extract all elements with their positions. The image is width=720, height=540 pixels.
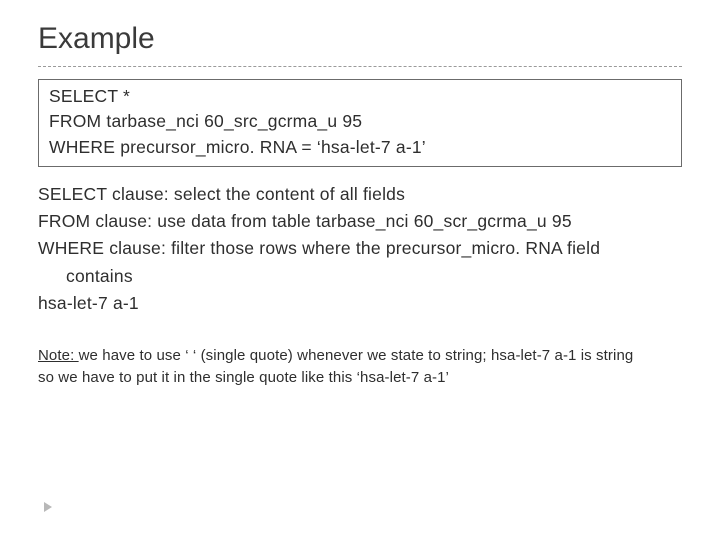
explain-from: FROM clause: use data from table tarbase… [38,208,682,235]
query-line-select: SELECT * [49,84,671,109]
slide: Example SELECT * FROM tarbase_nci 60_src… [0,0,720,540]
explain-where-lead: WHERE clause: filter those rows where th… [38,235,682,262]
query-line-from: FROM tarbase_nci 60_src_gcrma_u 95 [49,109,671,134]
page-title: Example [0,22,720,62]
note-line2: so we have to put it in the single quote… [38,369,449,386]
query-line-where: WHERE precursor_micro. RNA = ‘hsa-let-7 … [49,135,671,160]
title-separator [38,66,682,67]
note-line1: we have to use ‘ ‘ (single quote) whenev… [79,347,634,364]
explain-where-value: hsa-let-7 a-1 [38,290,682,317]
explanation-block: SELECT clause: select the content of all… [38,181,682,317]
note-label: Note: [38,347,79,364]
triangle-bullet-icon [44,502,52,512]
note-block: Note: we have to use ‘ ‘ (single quote) … [38,345,720,390]
sql-query-box: SELECT * FROM tarbase_nci 60_src_gcrma_u… [38,79,682,167]
explain-where-indent: contains [38,263,682,290]
explain-select: SELECT clause: select the content of all… [38,181,682,208]
